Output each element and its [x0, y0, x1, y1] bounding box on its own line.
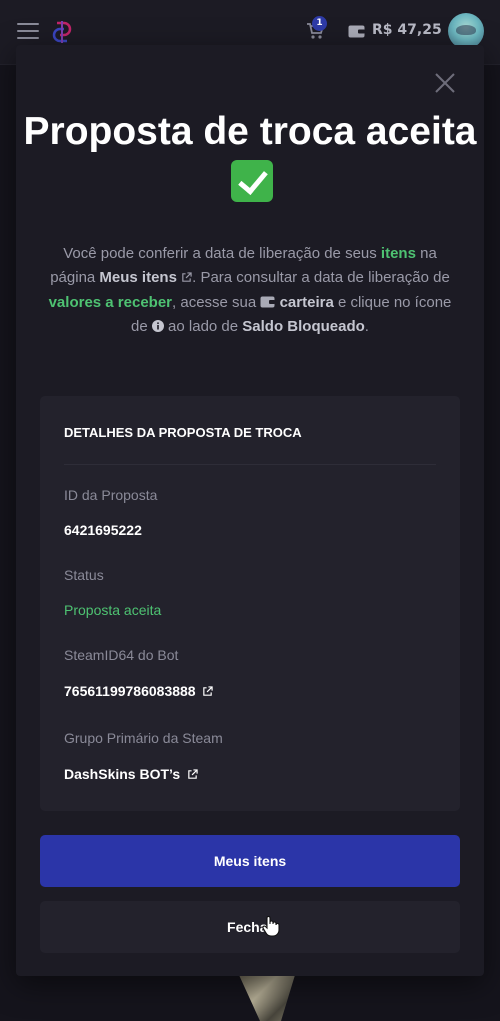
wallet-balance[interactable]: R$ 47,25	[372, 22, 442, 38]
info-icon	[151, 319, 164, 332]
meus-itens-button[interactable]: Meus itens	[40, 835, 460, 887]
cart-count-badge: 1	[312, 16, 327, 31]
external-link-icon	[182, 272, 192, 283]
external-link-icon[interactable]	[187, 769, 198, 780]
status-label: Status	[64, 567, 104, 583]
external-link-icon[interactable]	[202, 686, 214, 697]
valores-a-receber-link[interactable]: valores a receber	[49, 294, 172, 311]
itens-link[interactable]: itens	[381, 245, 416, 262]
close-icon[interactable]	[433, 71, 457, 95]
status-value: Proposta aceita	[64, 602, 162, 618]
modal-description: Você pode conferir a data de liberação d…	[48, 245, 452, 335]
proposal-id-value: 6421695222	[64, 522, 142, 538]
check-emoji-icon	[231, 160, 273, 202]
avatar[interactable]	[448, 13, 484, 49]
steam-group-value[interactable]: DashSkins BOT’s	[64, 766, 180, 782]
close-button[interactable]: Fechar	[40, 901, 460, 953]
steamid-value[interactable]: 76561199786083888	[64, 683, 196, 699]
steam-group-label: Grupo Primário da Steam	[64, 730, 223, 746]
details-title: DETALHES DA PROPOSTA DE TROCA	[64, 425, 302, 440]
hamburger-menu-icon[interactable]	[17, 23, 39, 41]
saldo-bloqueado-text: Saldo Bloqueado	[242, 317, 365, 335]
trade-details-card: DETALHES DA PROPOSTA DE TROCA ID da Prop…	[40, 396, 460, 811]
steamid-label: SteamID64 do Bot	[64, 647, 179, 663]
steamid-link[interactable]: 76561199786083888	[64, 683, 214, 699]
hand-cursor-icon	[262, 916, 280, 937]
background-item-image	[239, 975, 295, 1021]
dashskins-logo[interactable]	[52, 20, 72, 44]
wallet-icon	[260, 296, 276, 308]
divider	[64, 464, 436, 465]
proposal-id-label: ID da Proposta	[64, 487, 158, 503]
modal-title: Proposta de troca aceita	[16, 105, 484, 211]
trade-accepted-modal: Proposta de troca aceita Você pode confe…	[16, 45, 484, 976]
carteira-text: carteira	[279, 293, 334, 311]
wallet-icon[interactable]	[348, 24, 365, 38]
meus-itens-link[interactable]: Meus itens	[99, 269, 177, 286]
steam-group-link[interactable]: DashSkins BOT’s	[64, 766, 198, 782]
